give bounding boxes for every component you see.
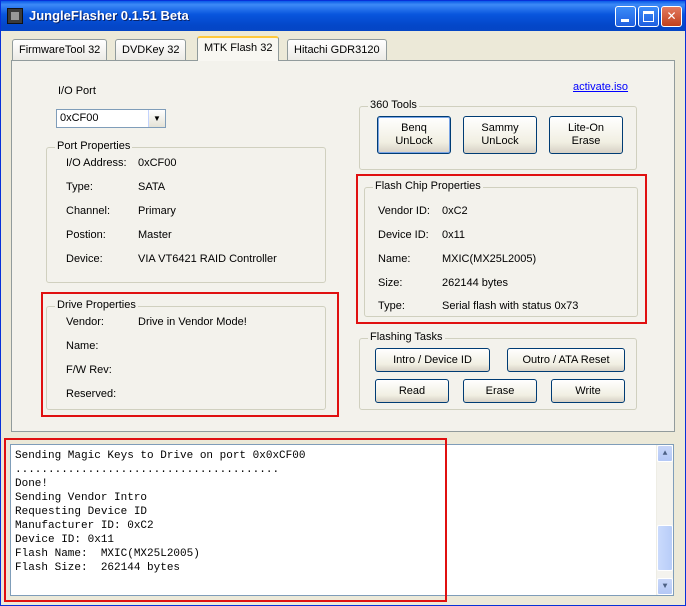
close-icon: ✕ [666,9,677,23]
minimize-icon [621,19,629,22]
port-type-value: SATA [138,181,166,193]
tools-360-group: 360 Tools Benq UnLock Sammy UnLock Lite-… [359,99,637,170]
io-address-value: 0xCF00 [138,157,177,169]
channel-label: Channel: [66,205,111,217]
minimize-button[interactable] [615,6,636,27]
device-id-value: 0x11 [442,229,466,241]
log-line: Done! [15,478,49,490]
erase-button[interactable]: Erase [463,379,537,403]
liteon-erase-button[interactable]: Lite-On Erase [549,116,623,154]
write-button[interactable]: Write [551,379,625,403]
log-output[interactable]: Sending Magic Keys to Drive on port 0x0x… [10,444,674,596]
tab-hitachi[interactable]: Hitachi GDR3120 [287,39,387,60]
sammy-unlock-line2: UnLock [481,135,519,147]
flashing-tasks-title: Flashing Tasks [368,331,445,343]
sammy-unlock-button[interactable]: Sammy UnLock [463,116,537,154]
intro-device-id-button[interactable]: Intro / Device ID [375,348,490,372]
io-port-select[interactable]: 0xCF00 ▼ [56,109,166,128]
device-value: VIA VT6421 RAID Controller [138,253,277,265]
chip-name-value: MXIC(MX25L2005) [442,253,537,265]
drive-properties-title: Drive Properties [55,299,138,311]
position-label: Postion: [66,229,106,241]
liteon-erase-line1: Lite-On [567,122,605,134]
vendor-id-label: Vendor ID: [378,205,430,217]
chip-type-label: Type: [378,300,405,312]
port-type-label: Type: [66,181,93,193]
tab-dvdkey[interactable]: DVDKey 32 [115,39,187,60]
app-icon [7,8,23,24]
window-title: JungleFlasher 0.1.51 Beta [29,8,189,23]
chip-size-label: Size: [378,277,403,289]
mtk-flash-panel: I/O Port 0xCF00 ▼ activate.iso Port Prop… [11,60,675,432]
port-properties-group: Port Properties I/O Address: 0xCF00 Type… [46,140,326,283]
maximize-button[interactable] [638,6,659,27]
device-label: Device: [66,253,103,265]
channel-value: Primary [138,205,176,217]
outro-ata-reset-button[interactable]: Outro / ATA Reset [507,348,625,372]
io-port-value: 0xCF00 [60,112,99,124]
io-address-label: I/O Address: [66,157,127,169]
vendor-id-value: 0xC2 [442,205,468,217]
log-line: Flash Name: MXIC(MX25L2005) [15,548,200,560]
flash-chip-group: Flash Chip Properties Vendor ID: 0xC2 De… [364,180,638,317]
tools-360-title: 360 Tools [368,99,419,111]
chevron-down-icon[interactable]: ▼ [148,110,165,127]
tab-mtk-flash[interactable]: MTK Flash 32 [197,36,280,61]
log-line: Sending Vendor Intro [15,492,148,504]
reserved-label: Reserved: [66,388,117,400]
sammy-unlock-line1: Sammy [481,122,519,134]
close-button[interactable]: ✕ [661,6,682,27]
scrollbar-thumb[interactable] [657,525,673,571]
log-line: ........................................ [15,464,280,476]
benq-unlock-line2: UnLock [395,135,433,147]
log-line: Flash Size: 262144 bytes [15,562,181,574]
chip-name-label: Name: [378,253,411,265]
read-button[interactable]: Read [375,379,449,403]
log-line: Device ID: 0x11 [15,534,115,546]
drive-properties-group: Drive Properties Vendor: Drive in Vendor… [46,299,326,410]
log-line: Sending Magic Keys to Drive on port 0x0x… [15,450,306,462]
vendor-value: Drive in Vendor Mode! [138,316,247,328]
maximize-icon [643,11,654,22]
liteon-erase-line2: Erase [571,135,601,147]
log-scrollbar[interactable]: ▲ ▼ [656,445,673,595]
fw-rev-label: F/W Rev: [66,364,112,376]
main-window: JungleFlasher 0.1.51 Beta ✕ FirmwareTool… [0,0,686,606]
flash-chip-title: Flash Chip Properties [373,180,483,192]
position-value: Master [138,229,172,241]
log-line: Manufacturer ID: 0xC2 [15,520,154,532]
flashing-tasks-group: Flashing Tasks Intro / Device ID Outro /… [359,331,637,410]
log-line: Requesting Device ID [15,506,148,518]
activate-iso-link[interactable]: activate.iso [573,81,628,93]
log-lines: Sending Magic Keys to Drive on port 0x0x… [15,449,655,575]
chip-size-value: 262144 bytes [442,277,509,289]
chip-type-value: Serial flash with status 0x73 [442,300,579,312]
scroll-down-icon[interactable]: ▼ [657,578,673,595]
name-label: Name: [66,340,99,352]
scroll-up-icon[interactable]: ▲ [657,445,673,462]
tab-firmwaretool[interactable]: FirmwareTool 32 [12,39,108,60]
benq-unlock-button[interactable]: Benq UnLock [377,116,451,154]
io-port-label: I/O Port [58,85,96,97]
benq-unlock-line1: Benq [401,122,427,134]
device-id-label: Device ID: [378,229,429,241]
vendor-label: Vendor: [66,316,104,328]
port-properties-title: Port Properties [55,140,133,152]
title-bar[interactable]: JungleFlasher 0.1.51 Beta ✕ [1,1,685,31]
